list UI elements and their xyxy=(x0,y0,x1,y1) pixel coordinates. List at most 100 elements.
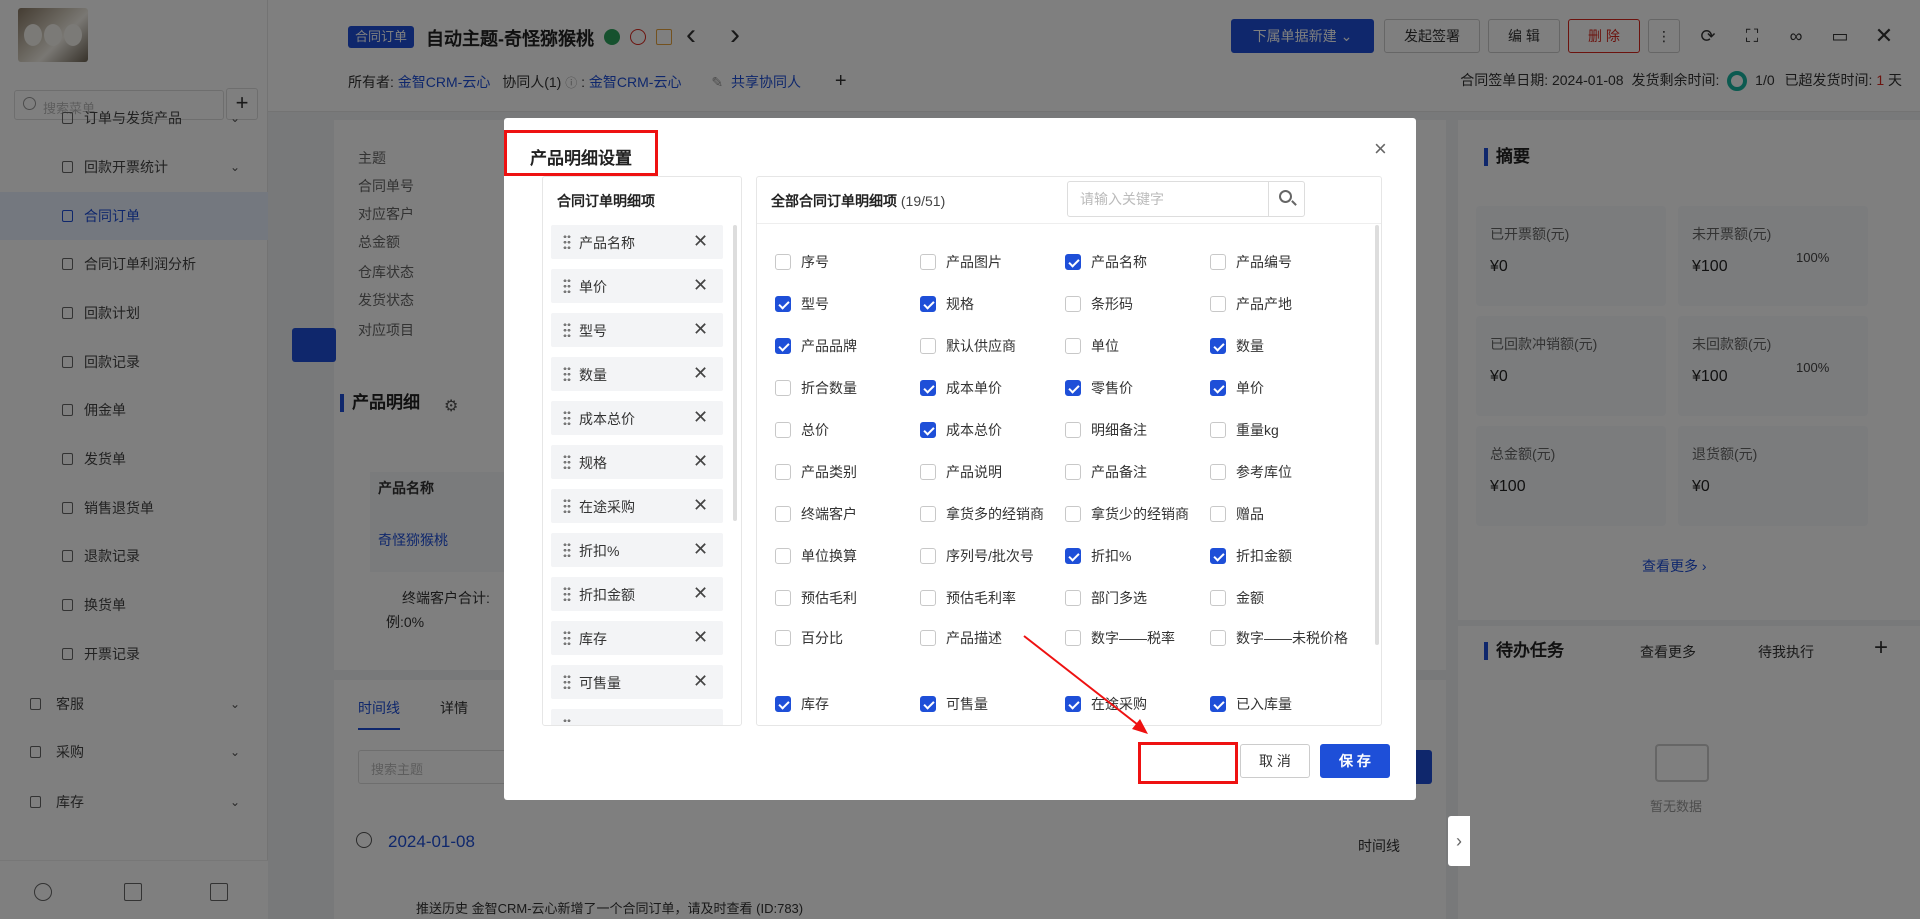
checkbox[interactable] xyxy=(1065,630,1081,646)
selected-item[interactable]: 数量 ✕ xyxy=(551,357,723,391)
checkbox[interactable] xyxy=(1210,548,1226,564)
checkbox[interactable] xyxy=(775,338,791,354)
cancel-button[interactable]: 取 消 xyxy=(1240,744,1310,778)
drag-handle-icon[interactable] xyxy=(563,630,571,646)
option-label: 参考库位 xyxy=(1236,464,1292,480)
keyword-search-input[interactable] xyxy=(1068,182,1268,216)
highlight-box-title xyxy=(504,130,658,176)
option-label: 预估毛利率 xyxy=(946,590,1016,606)
selected-item[interactable]: 库存 ✕ xyxy=(551,621,723,655)
drag-handle-icon[interactable] xyxy=(563,542,571,558)
checkbox[interactable] xyxy=(1065,296,1081,312)
drag-handle-icon[interactable] xyxy=(563,234,571,250)
checkbox[interactable] xyxy=(775,254,791,270)
checkbox[interactable] xyxy=(920,422,936,438)
drag-handle-icon[interactable] xyxy=(563,586,571,602)
checkbox[interactable] xyxy=(920,506,936,522)
checkbox[interactable] xyxy=(1065,464,1081,480)
selected-item[interactable]: 成本总价 ✕ xyxy=(551,401,723,435)
option-label: 数字——税率 xyxy=(1091,630,1175,646)
drag-handle-icon[interactable] xyxy=(563,454,571,470)
checkbox[interactable] xyxy=(775,296,791,312)
checkbox[interactable] xyxy=(1065,590,1081,606)
checkbox[interactable] xyxy=(775,548,791,564)
remove-item-icon[interactable]: ✕ xyxy=(693,318,708,340)
checkbox[interactable] xyxy=(775,506,791,522)
selected-item[interactable] xyxy=(551,709,723,725)
remove-item-icon[interactable]: ✕ xyxy=(693,494,708,516)
checkbox[interactable] xyxy=(1065,548,1081,564)
scrollbar[interactable] xyxy=(733,225,737,521)
checkbox[interactable] xyxy=(1210,506,1226,522)
checkbox[interactable] xyxy=(1210,254,1226,270)
checkbox[interactable] xyxy=(1210,590,1226,606)
drag-handle-icon[interactable] xyxy=(563,278,571,294)
selected-item-label: 成本总价 xyxy=(579,411,635,427)
drag-handle-icon[interactable] xyxy=(563,674,571,690)
checkbox[interactable] xyxy=(1065,338,1081,354)
selected-item[interactable]: 折扣% ✕ xyxy=(551,533,723,567)
checkbox[interactable] xyxy=(920,254,936,270)
search-button[interactable] xyxy=(1268,182,1304,216)
remove-item-icon[interactable]: ✕ xyxy=(693,538,708,560)
checkbox[interactable] xyxy=(775,464,791,480)
selected-item[interactable]: 可售量 ✕ xyxy=(551,665,723,699)
save-button[interactable]: 保 存 xyxy=(1320,744,1390,778)
scrollbar[interactable] xyxy=(1375,225,1379,645)
option-label: 型号 xyxy=(801,296,829,312)
remove-item-icon[interactable]: ✕ xyxy=(693,362,708,384)
checkbox[interactable] xyxy=(920,696,936,712)
checkbox[interactable] xyxy=(920,464,936,480)
remove-item-icon[interactable]: ✕ xyxy=(693,582,708,604)
selected-item[interactable]: 单价 ✕ xyxy=(551,269,723,303)
drag-handle-icon[interactable] xyxy=(563,498,571,514)
drag-handle-icon[interactable] xyxy=(563,322,571,338)
selected-item[interactable]: 型号 ✕ xyxy=(551,313,723,347)
remove-item-icon[interactable]: ✕ xyxy=(693,406,708,428)
checkbox[interactable] xyxy=(920,296,936,312)
selected-item[interactable]: 规格 ✕ xyxy=(551,445,723,479)
panel-collapse-icon[interactable]: › xyxy=(1448,816,1470,866)
checkbox[interactable] xyxy=(775,422,791,438)
selected-item[interactable]: 产品名称 ✕ xyxy=(551,225,723,259)
checkbox[interactable] xyxy=(1210,380,1226,396)
checkbox[interactable] xyxy=(1210,338,1226,354)
checkbox[interactable] xyxy=(1210,696,1226,712)
checkbox[interactable] xyxy=(1210,630,1226,646)
drag-handle-icon[interactable] xyxy=(563,366,571,382)
checkbox[interactable] xyxy=(1065,422,1081,438)
drag-handle-icon[interactable] xyxy=(563,718,571,725)
checkbox[interactable] xyxy=(1210,464,1226,480)
remove-item-icon[interactable]: ✕ xyxy=(693,626,708,648)
option-label: 序列号/批次号 xyxy=(946,548,1034,564)
checkbox[interactable] xyxy=(775,590,791,606)
checkbox[interactable] xyxy=(920,590,936,606)
selected-item[interactable]: 折扣金额 ✕ xyxy=(551,577,723,611)
remove-item-icon[interactable]: ✕ xyxy=(693,450,708,472)
close-icon[interactable]: × xyxy=(1374,138,1387,160)
remove-item-icon[interactable]: ✕ xyxy=(693,670,708,692)
option-label: 赠品 xyxy=(1236,506,1264,522)
checkbox[interactable] xyxy=(775,630,791,646)
checkbox[interactable] xyxy=(920,630,936,646)
option-label: 折合数量 xyxy=(801,380,857,396)
remove-item-icon[interactable]: ✕ xyxy=(693,230,708,252)
checkbox[interactable] xyxy=(1065,380,1081,396)
keyword-search xyxy=(1067,181,1305,217)
checkbox[interactable] xyxy=(775,696,791,712)
option-label: 拿货少的经销商 xyxy=(1091,506,1189,522)
option-label: 产品编号 xyxy=(1236,254,1292,270)
selected-item[interactable]: 在途采购 ✕ xyxy=(551,489,723,523)
checkbox[interactable] xyxy=(920,338,936,354)
checkbox[interactable] xyxy=(1065,696,1081,712)
option-label: 总价 xyxy=(801,422,829,438)
remove-item-icon[interactable]: ✕ xyxy=(693,274,708,296)
checkbox[interactable] xyxy=(1210,422,1226,438)
checkbox[interactable] xyxy=(775,380,791,396)
checkbox[interactable] xyxy=(1210,296,1226,312)
checkbox[interactable] xyxy=(920,548,936,564)
checkbox[interactable] xyxy=(920,380,936,396)
checkbox[interactable] xyxy=(1065,506,1081,522)
drag-handle-icon[interactable] xyxy=(563,410,571,426)
checkbox[interactable] xyxy=(1065,254,1081,270)
